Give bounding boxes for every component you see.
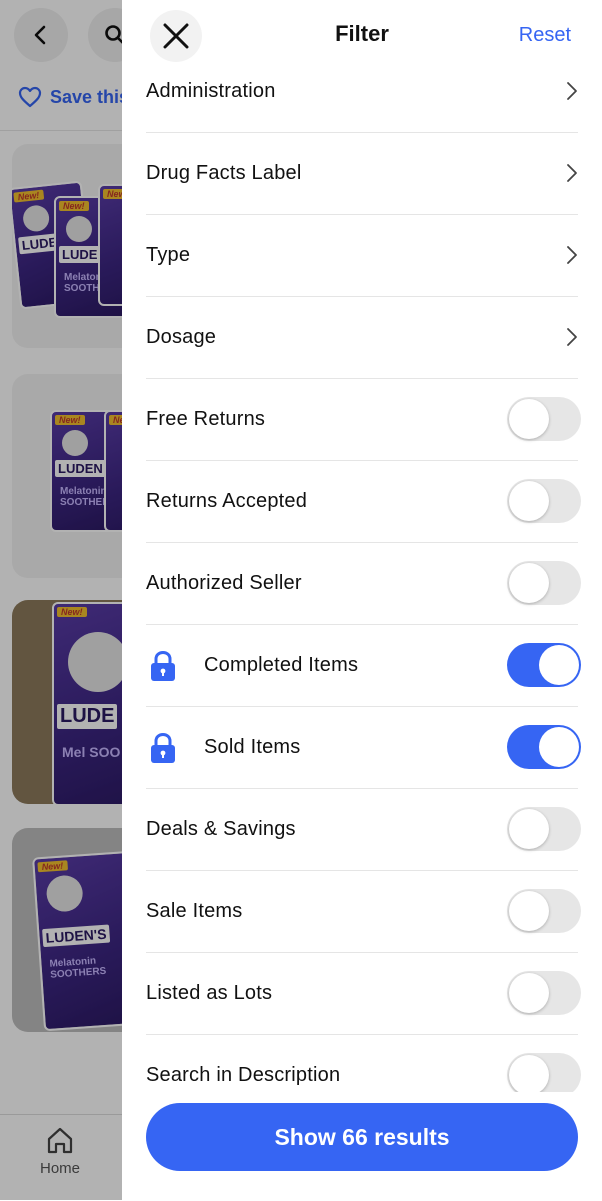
filter-row-label: Administration xyxy=(146,80,276,102)
filter-row-label: Listed as Lots xyxy=(146,982,273,1004)
filter-row-label: Sold Items xyxy=(204,736,301,758)
filter-row-label: Authorized Seller xyxy=(146,572,302,594)
filter-row-completed-items: Completed Items xyxy=(146,625,581,707)
sold-items-toggle[interactable] xyxy=(507,725,581,769)
filter-row-label: Deals & Savings xyxy=(146,818,296,840)
lock-icon xyxy=(151,732,175,763)
filter-row-listed-as-lots: Listed as Lots xyxy=(146,953,581,1035)
authorized-seller-toggle[interactable] xyxy=(507,561,581,605)
filter-row-label: Dosage xyxy=(146,326,217,348)
free-returns-toggle[interactable] xyxy=(507,397,581,441)
show-results-button[interactable]: Show 66 results xyxy=(146,1103,578,1171)
filter-row-deals-savings: Deals & Savings xyxy=(146,789,581,871)
toggle-knob xyxy=(509,1055,549,1095)
filter-row-type[interactable]: Type xyxy=(146,215,578,297)
filter-row-label: Completed Items xyxy=(204,654,359,676)
reset-button[interactable]: Reset xyxy=(519,24,571,47)
toggle-knob xyxy=(509,809,549,849)
filter-row-administration[interactable]: Administration xyxy=(146,51,578,133)
filter-row-label: Search in Description xyxy=(146,1064,341,1086)
toggle-knob xyxy=(509,481,549,521)
chevron-right-icon xyxy=(567,246,577,264)
filter-row-label: Sale Items xyxy=(146,900,243,922)
lock-icon xyxy=(151,650,175,681)
filter-row-drug-facts-label[interactable]: Drug Facts Label xyxy=(146,133,578,215)
filter-row-free-returns: Free Returns xyxy=(146,379,581,461)
toggle-knob xyxy=(539,645,579,685)
filter-row-sale-items: Sale Items xyxy=(146,871,581,953)
filter-sheet: Filter Reset Administration Drug Facts L… xyxy=(122,0,602,1200)
filter-row-label: Type xyxy=(146,244,191,266)
toggle-knob xyxy=(509,399,549,439)
chevron-right-icon xyxy=(567,164,577,182)
deals-savings-toggle[interactable] xyxy=(507,807,581,851)
sale-items-toggle[interactable] xyxy=(507,889,581,933)
search-in-description-toggle[interactable] xyxy=(507,1053,581,1097)
filter-row-label: Returns Accepted xyxy=(146,490,308,512)
toggle-knob xyxy=(509,563,549,603)
returns-accepted-toggle[interactable] xyxy=(507,479,581,523)
chevron-right-icon xyxy=(567,82,577,100)
filter-row-dosage[interactable]: Dosage xyxy=(146,297,578,379)
toggle-knob xyxy=(509,891,549,931)
filter-row-sold-items: Sold Items xyxy=(146,707,581,789)
filter-list: Administration Drug Facts Label Type Dos… xyxy=(146,51,581,1117)
toggle-knob xyxy=(539,727,579,767)
filter-row-returns-accepted: Returns Accepted xyxy=(146,461,581,543)
filter-row-authorized-seller: Authorized Seller xyxy=(146,543,581,625)
listed-as-lots-toggle[interactable] xyxy=(507,971,581,1015)
filter-footer: Show 66 results xyxy=(122,1092,602,1200)
completed-items-toggle[interactable] xyxy=(507,643,581,687)
toggle-knob xyxy=(509,973,549,1013)
filter-row-label: Free Returns xyxy=(146,408,266,430)
filter-row-label: Drug Facts Label xyxy=(146,162,302,184)
chevron-right-icon xyxy=(567,328,577,346)
